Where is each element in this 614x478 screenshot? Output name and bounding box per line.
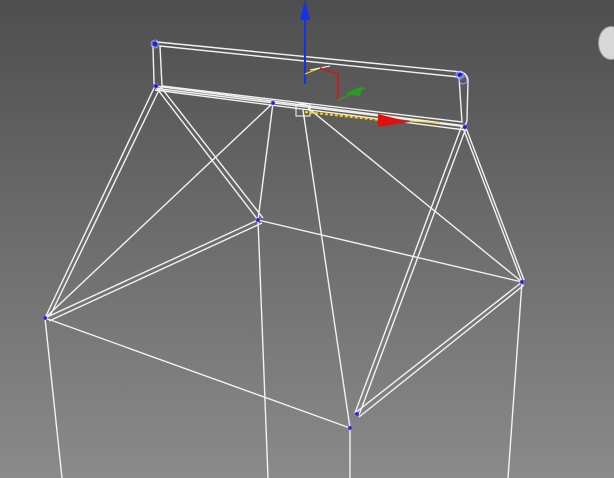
edge [507,281,523,478]
vertex [462,124,468,130]
vertex [152,41,158,47]
mesh-wireframe[interactable] [44,41,525,478]
edge [48,222,263,322]
3d-viewport[interactable] [0,0,614,478]
gizmo-plane-red [319,67,339,100]
edge [44,317,351,429]
vertex [42,315,48,321]
vertex-markers[interactable] [42,41,525,431]
vertex [354,411,360,417]
vertex [519,279,525,285]
gizmo-z-arrow [300,0,310,20]
vertex [347,425,353,431]
edge [44,317,63,478]
edge [307,107,523,283]
edge [302,109,351,429]
edge [354,124,463,414]
edge [44,85,156,319]
vertex [270,100,276,106]
edge [257,219,269,478]
edge [358,284,525,418]
gizmo-y-arrow [345,86,362,96]
edge [159,85,264,219]
edge [465,127,525,281]
vertex [153,83,159,89]
edge [257,102,274,221]
edge [44,219,259,319]
edge [49,87,161,317]
gizmo-x-arrow [378,114,410,127]
edge [358,127,467,416]
wireframe-scene[interactable] [0,0,614,478]
edge [44,102,274,319]
vertex [255,217,261,223]
edge [257,219,523,283]
